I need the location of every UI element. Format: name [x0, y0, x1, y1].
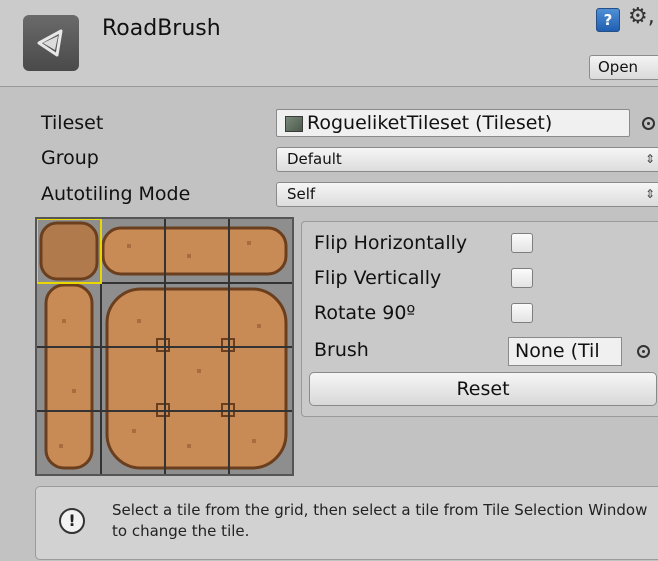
- reset-button[interactable]: Reset: [309, 372, 657, 406]
- brush-field[interactable]: None (Til: [508, 337, 622, 366]
- group-value: Default: [287, 150, 342, 168]
- asset-title: RoadBrush: [102, 16, 221, 41]
- tileset-picker-icon[interactable]: [642, 117, 655, 130]
- tile-horizontal-strip[interactable]: [101, 226, 288, 276]
- group-dropdown[interactable]: Default ⇕: [276, 147, 658, 172]
- tile-single[interactable]: [39, 221, 99, 281]
- tile-grid[interactable]: [35, 217, 294, 476]
- rotate-90-label: Rotate 90º: [314, 302, 416, 324]
- tile-block[interactable]: [105, 287, 288, 470]
- tileset-icon: [285, 116, 303, 132]
- info-icon: !: [59, 508, 85, 534]
- autotiling-value: Self: [287, 185, 316, 203]
- autotiling-dropdown[interactable]: Self ⇕: [276, 182, 658, 207]
- tile-connector: [156, 338, 170, 352]
- flip-vertically-checkbox[interactable]: [511, 268, 533, 288]
- tile-vertical-strip[interactable]: [44, 283, 94, 470]
- brush-label: Brush: [314, 339, 369, 361]
- inspector-header: RoadBrush ? ⚙, Open: [0, 0, 658, 87]
- open-button[interactable]: Open: [589, 55, 658, 80]
- autotiling-label: Autotiling Mode: [41, 183, 191, 205]
- flip-horizontally-label: Flip Horizontally: [314, 232, 468, 254]
- brush-asset-icon: [23, 15, 79, 71]
- gear-icon[interactable]: ⚙,: [628, 4, 655, 29]
- help-text: Select a tile from the grid, then select…: [112, 501, 648, 540]
- brush-picker-icon[interactable]: [637, 345, 650, 358]
- dropdown-arrows-icon: ⇕: [644, 187, 655, 201]
- tile-grid-canvas[interactable]: [37, 219, 292, 474]
- help-icon[interactable]: ?: [596, 8, 620, 32]
- tileset-value: RogueliketTileset (Tileset): [307, 112, 553, 134]
- tileset-label: Tileset: [41, 112, 104, 134]
- group-label: Group: [41, 147, 99, 169]
- rotate-90-checkbox[interactable]: [511, 303, 533, 323]
- flip-vertically-label: Flip Vertically: [314, 267, 442, 289]
- dropdown-arrows-icon: ⇕: [644, 152, 655, 166]
- tileset-field[interactable]: RogueliketTileset (Tileset): [276, 109, 630, 137]
- flip-horizontally-checkbox[interactable]: [511, 233, 533, 253]
